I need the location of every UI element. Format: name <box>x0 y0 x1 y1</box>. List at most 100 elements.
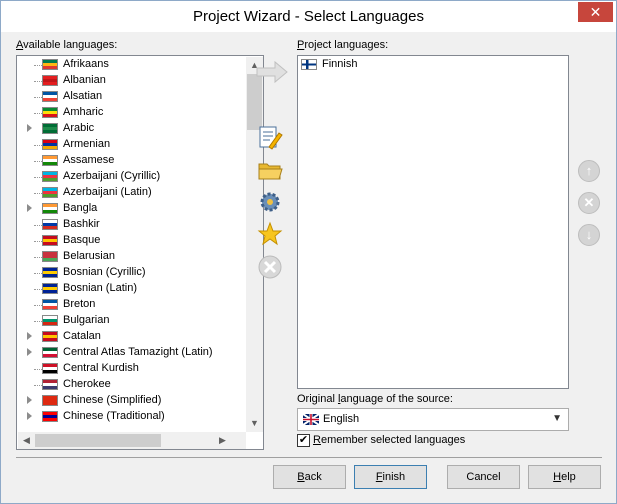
move-down-button[interactable]: ↓ <box>578 224 600 246</box>
available-language-item[interactable]: Azerbaijani (Cyrillic) <box>17 169 232 185</box>
expand-arrow-icon[interactable] <box>27 124 32 132</box>
remove-language-icon[interactable] <box>257 254 283 280</box>
flag-icon <box>42 363 58 374</box>
expand-arrow-icon[interactable] <box>27 204 32 212</box>
close-button[interactable]: ✕ <box>578 2 613 22</box>
available-language-item[interactable]: Arabic <box>17 121 232 137</box>
edit-document-icon[interactable] <box>257 125 283 151</box>
available-language-item[interactable]: Albanian <box>17 73 232 89</box>
back-button[interactable]: Back <box>273 465 346 489</box>
project-wizard-window: Project Wizard - Select Languages ✕ Avai… <box>0 0 617 504</box>
flag-icon <box>42 267 58 278</box>
available-language-item[interactable]: Assamese <box>17 153 232 169</box>
language-name: Assamese <box>63 154 115 166</box>
flag-icon <box>42 187 58 198</box>
flag-icon <box>42 251 58 262</box>
language-name: Armenian <box>63 138 111 150</box>
expand-arrow-icon[interactable] <box>27 396 32 404</box>
project-language-item[interactable]: Finnish <box>298 57 513 73</box>
title-bar: Project Wizard - Select Languages ✕ <box>1 1 616 32</box>
available-language-item[interactable]: Bashkir <box>17 217 232 233</box>
available-language-item[interactable]: Afrikaans <box>17 57 232 73</box>
finish-button[interactable]: Finish <box>354 465 427 489</box>
move-up-button[interactable]: ↑ <box>578 160 600 182</box>
available-language-item[interactable]: Breton <box>17 297 232 313</box>
favorite-star-icon[interactable] <box>257 221 283 247</box>
language-name: Bosnian (Latin) <box>63 282 137 294</box>
available-language-item[interactable]: Alsatian <box>17 89 232 105</box>
language-name: Cherokee <box>63 378 111 390</box>
available-language-item[interactable]: Catalan <box>17 329 232 345</box>
flag-icon <box>42 299 58 310</box>
available-language-item[interactable]: Armenian <box>17 137 232 153</box>
available-language-item[interactable]: Bosnian (Cyrillic) <box>17 265 232 281</box>
project-languages-list[interactable]: Finnish <box>297 55 569 389</box>
available-language-item[interactable]: Chinese (Traditional) <box>17 409 232 425</box>
language-name: Afrikaans <box>63 58 109 70</box>
flag-icon <box>42 411 58 422</box>
flag-icon <box>42 395 58 406</box>
language-name: Central Atlas Tamazight (Latin) <box>63 346 213 358</box>
uk-flag-icon <box>303 414 319 425</box>
available-language-item[interactable]: Central Atlas Tamazight (Latin) <box>17 345 232 361</box>
available-language-item[interactable]: Central Kurdish <box>17 361 232 377</box>
available-language-item[interactable]: Belarusian <box>17 249 232 265</box>
flag-icon <box>42 203 58 214</box>
available-language-item[interactable]: Chinese (Simplified) <box>17 393 232 409</box>
flag-icon <box>42 347 58 358</box>
original-language-dropdown[interactable]: English ▼ <box>297 408 569 431</box>
language-name: Bulgarian <box>63 314 110 326</box>
flag-icon <box>42 75 58 86</box>
scroll-down-arrow[interactable]: ▼ <box>246 415 263 432</box>
flag-icon <box>42 379 58 390</box>
available-languages-label: Available languages: <box>16 39 118 51</box>
available-language-item[interactable]: Cherokee <box>17 377 232 393</box>
expand-arrow-icon[interactable] <box>27 348 32 356</box>
horizontal-scrollbar[interactable]: ◀ ▶ <box>18 432 246 449</box>
footer-separator <box>16 457 602 458</box>
language-name: Bashkir <box>63 218 100 230</box>
original-language-value: English <box>323 413 360 425</box>
flag-icon <box>42 171 58 182</box>
flag-icon <box>42 219 58 230</box>
flag-icon <box>42 123 58 134</box>
language-name: Breton <box>63 298 96 310</box>
language-name: Basque <box>63 234 101 246</box>
language-name: Azerbaijani (Cyrillic) <box>63 170 161 182</box>
available-languages-list[interactable]: Afrikaans Albanian Alsatian Amharic Arabic Ar… <box>16 55 264 450</box>
help-button[interactable]: Help <box>528 465 601 489</box>
flag-icon <box>42 283 58 294</box>
available-language-item[interactable]: Basque <box>17 233 232 249</box>
add-language-arrow-icon[interactable] <box>255 59 289 85</box>
open-folder-icon[interactable] <box>257 157 283 183</box>
expand-arrow-icon[interactable] <box>27 332 32 340</box>
available-language-item[interactable]: Bosnian (Latin) <box>17 281 232 297</box>
language-name: Chinese (Traditional) <box>63 410 165 422</box>
flag-icon <box>42 59 58 70</box>
expand-arrow-icon[interactable] <box>27 412 32 420</box>
remember-languages-label[interactable]: Remember selected languages <box>313 434 465 446</box>
scroll-right-arrow[interactable]: ▶ <box>214 432 231 449</box>
language-name: Central Kurdish <box>63 362 139 374</box>
horizontal-scroll-thumb[interactable] <box>35 434 161 447</box>
cancel-button[interactable]: Cancel <box>447 465 520 489</box>
language-name: Amharic <box>63 106 104 118</box>
scroll-left-arrow[interactable]: ◀ <box>18 432 35 449</box>
language-name: Belarusian <box>63 250 115 262</box>
remember-languages-checkbox[interactable]: ✔ <box>297 434 310 447</box>
available-language-item[interactable]: Amharic <box>17 105 232 121</box>
language-name: Arabic <box>63 122 95 134</box>
dropdown-arrow-icon: ▼ <box>552 413 562 424</box>
language-name: Albanian <box>63 74 106 86</box>
available-language-item[interactable]: Bangla <box>17 201 232 217</box>
flag-icon <box>301 59 317 70</box>
original-language-label: Original language of the source: <box>297 393 453 405</box>
available-language-item[interactable]: Bulgarian <box>17 313 232 329</box>
language-name: Catalan <box>63 330 101 342</box>
flag-icon <box>42 107 58 118</box>
window-title: Project Wizard - Select Languages <box>193 8 424 25</box>
remove-project-language-button[interactable]: ✕ <box>578 192 600 214</box>
available-language-item[interactable]: Azerbaijani (Latin) <box>17 185 232 201</box>
language-name: Finnish <box>322 58 358 70</box>
settings-gear-icon[interactable] <box>257 189 283 215</box>
